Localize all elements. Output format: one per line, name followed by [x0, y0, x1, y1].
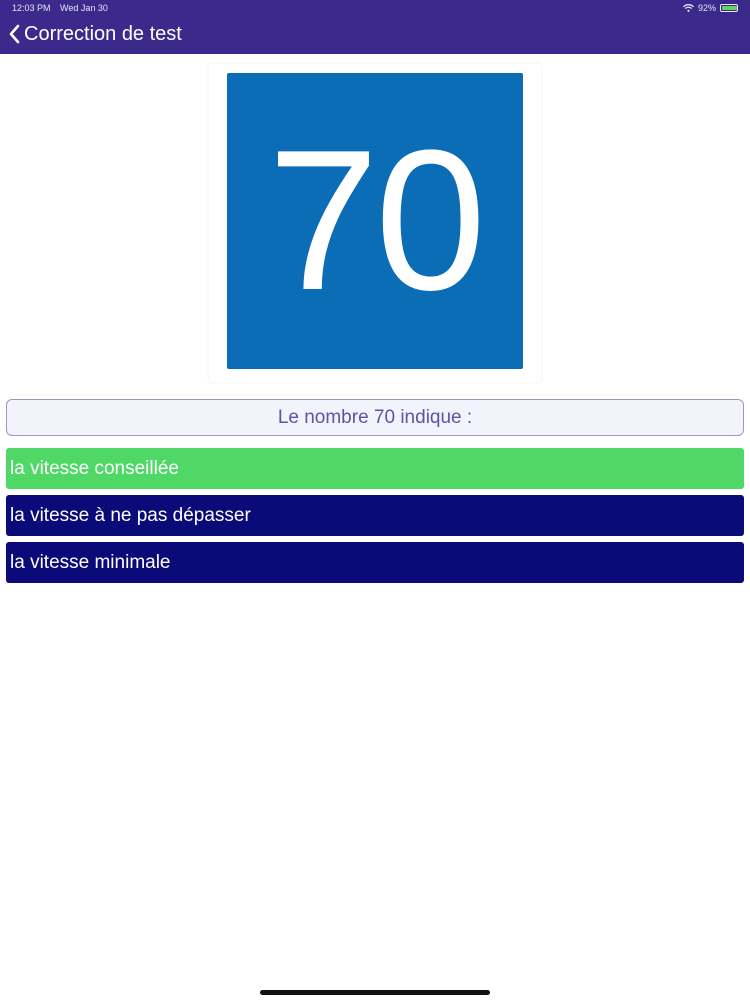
home-indicator[interactable]	[260, 990, 490, 995]
speed-sign: 70	[227, 73, 523, 369]
back-button[interactable]: Correction de test	[8, 20, 182, 48]
speed-sign-number: 70	[267, 109, 486, 332]
navigation-bar: 12:03 PM Wed Jan 30 92% Correction de te…	[0, 0, 750, 54]
status-indicators: 92%	[683, 0, 738, 16]
battery-percentage: 92%	[697, 3, 716, 13]
chevron-left-icon[interactable]	[8, 24, 20, 44]
page-title: Correction de test	[24, 22, 182, 45]
status-date: Wed Jan 30	[60, 3, 108, 13]
answer-option-3[interactable]: la vitesse minimale	[6, 542, 744, 583]
question-image: 70	[209, 64, 541, 382]
status-time: 12:03 PM	[12, 3, 51, 13]
answer-option-2[interactable]: la vitesse à ne pas dépasser	[6, 495, 744, 536]
battery-icon	[720, 4, 738, 12]
question-text: Le nombre 70 indique :	[6, 399, 744, 436]
status-bar: 12:03 PM Wed Jan 30 92%	[0, 0, 750, 16]
wifi-icon	[683, 4, 694, 12]
answer-option-1[interactable]: la vitesse conseillée	[6, 448, 744, 489]
